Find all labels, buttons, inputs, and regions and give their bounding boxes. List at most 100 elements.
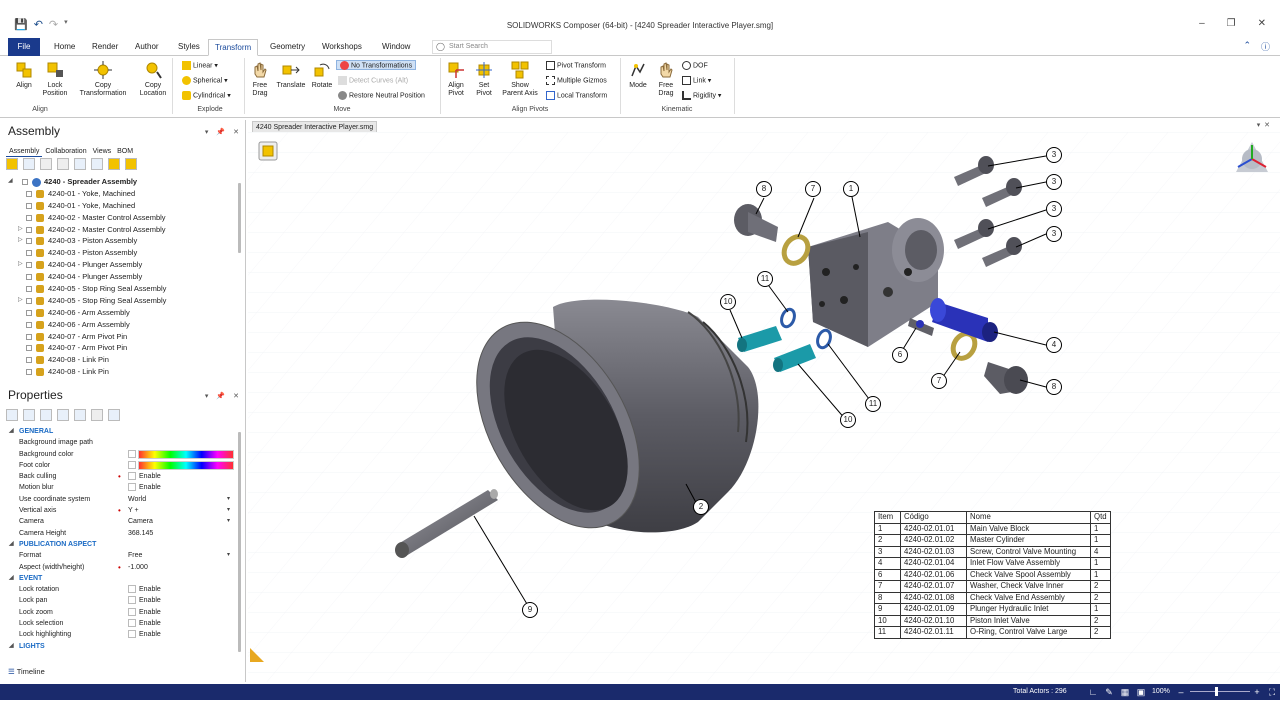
bom-row[interactable]: 1 4240-02.01.01 Main Valve Block 1	[874, 522, 1111, 535]
multiple-gizmos-button[interactable]: Multiple Gizmos	[546, 76, 607, 86]
close-icon[interactable]: ✕	[1264, 122, 1270, 129]
expand-arrow-icon[interactable]: ▷	[18, 224, 26, 236]
visibility-checkbox[interactable]	[26, 286, 32, 293]
color-swatch[interactable]	[128, 460, 136, 469]
bom-row[interactable]: 7 4240-02.01.07 Washer, Check Valve Inner 2	[874, 580, 1111, 593]
collapse-icon[interactable]	[108, 158, 120, 170]
tab-author[interactable]: Author	[129, 39, 165, 56]
bom-row[interactable]: 6 4240-02.01.06 Check Valve Spool Assembly…	[874, 568, 1111, 581]
callout-10[interactable]: 10	[720, 294, 736, 310]
property-row[interactable]: Vertical axis Y + ▾ •	[8, 505, 234, 516]
callout-9[interactable]: 9	[522, 602, 538, 618]
pin-icon[interactable]: 📌	[216, 392, 225, 400]
visibility-checkbox[interactable]	[26, 226, 32, 233]
3d-viewport[interactable]: 1 2 3 3 3 3 4 6 7 7 8 8 9 10 10 11 11 It…	[248, 132, 1280, 682]
align-button[interactable]: Align	[10, 60, 38, 90]
expand-icon[interactable]	[57, 158, 69, 170]
lock-position-button[interactable]: Lock Position	[40, 60, 70, 98]
visibility-checkbox[interactable]	[26, 262, 32, 269]
tab-styles[interactable]: Styles	[172, 39, 206, 56]
close-icon[interactable]: ✕	[233, 392, 239, 400]
bom-row[interactable]: 8 4240-02.01.08 Check Valve End Assembly 2	[874, 591, 1111, 604]
expand-arrow-icon[interactable]: ▷	[18, 295, 26, 307]
visibility-checkbox[interactable]	[26, 321, 32, 328]
callout-8[interactable]: 8	[756, 181, 772, 197]
callout-3[interactable]: 3	[1046, 147, 1062, 163]
callout-6[interactable]: 6	[892, 347, 908, 363]
property-row[interactable]: Background image path	[8, 437, 234, 448]
callout-11[interactable]: 11	[757, 271, 773, 287]
subtab-views[interactable]: Views	[90, 146, 115, 157]
tree-root[interactable]: ◢ 4240 - Spreader Assembly	[8, 176, 236, 188]
bom-row[interactable]: 9 4240-02.01.09 Plunger Hydraulic Inlet 1	[874, 603, 1111, 616]
tree-item[interactable]: 4240-08 - Link Pin	[8, 366, 236, 378]
list-view-icon[interactable]	[91, 158, 103, 170]
translate-button[interactable]: Translate	[274, 60, 308, 90]
minimize-icon[interactable]: –	[1199, 18, 1205, 29]
property-row[interactable]: Camera Camera ▾	[8, 516, 234, 527]
tree-item[interactable]: 4240-02 - Master Control Assembly	[8, 212, 236, 224]
tree-item[interactable]: 4240-05 - Stop Ring Seal Assembly	[8, 283, 236, 295]
tab-home[interactable]: Home	[48, 39, 81, 56]
property-value[interactable]: -1.000	[128, 562, 148, 573]
help-icon[interactable]: ⓘ	[1261, 40, 1270, 53]
enable-checkbox[interactable]	[128, 596, 136, 605]
callout-1[interactable]: 1	[843, 181, 859, 197]
section-lights[interactable]: ◢ LIGHTS	[8, 641, 234, 652]
visibility-checkbox[interactable]	[26, 297, 32, 304]
section-publication[interactable]: ◢ PUBLICATION ASPECT	[8, 539, 234, 550]
timeline-tab[interactable]: ☰ Timeline	[8, 667, 45, 676]
alphabetical-icon[interactable]	[23, 409, 35, 421]
dof-button[interactable]: DOF	[682, 61, 708, 71]
tab-transform[interactable]: Transform	[208, 39, 259, 56]
grid-icon[interactable]	[108, 409, 120, 421]
property-row[interactable]: Foot color	[8, 460, 234, 471]
tree-item[interactable]: 4240-06 - Arm Assembly	[8, 307, 236, 319]
visibility-checkbox[interactable]	[26, 345, 32, 352]
property-row[interactable]: Aspect (width/height) -1.000 •	[8, 562, 234, 573]
copy-transformation-button[interactable]: Copy Transformation	[74, 60, 132, 98]
callout-2[interactable]: 2	[693, 499, 709, 515]
property-row[interactable]: Use coordinate system World ▾	[8, 494, 234, 505]
tab-workshops[interactable]: Workshops	[316, 39, 368, 56]
pencil-icon[interactable]: ✎	[1104, 687, 1114, 697]
reset-icon[interactable]	[40, 409, 52, 421]
restore-neutral-button[interactable]: Restore Neutral Position	[338, 91, 425, 101]
property-row[interactable]: Lock highlighting Enable	[8, 629, 234, 640]
detect-curves-button[interactable]: Detect Curves (Alt)	[338, 76, 408, 86]
restore-icon[interactable]: ❐	[1227, 18, 1236, 29]
tree-item[interactable]: 4240-06 - Arm Assembly	[8, 319, 236, 331]
enable-checkbox[interactable]	[128, 472, 136, 481]
expand-arrow-icon[interactable]: ▷	[18, 235, 26, 247]
color-gradient[interactable]	[138, 449, 234, 459]
enable-checkbox[interactable]	[128, 630, 136, 639]
visibility-checkbox[interactable]	[26, 369, 32, 376]
align-pivot-button[interactable]: Align Pivot	[444, 60, 468, 98]
rigidity-button[interactable]: Rigidity ▾	[682, 91, 721, 101]
select-icon[interactable]	[6, 158, 18, 170]
visibility-checkbox[interactable]	[26, 214, 32, 221]
property-row[interactable]: Background color	[8, 449, 234, 460]
property-row[interactable]: Camera Height 368.145	[8, 528, 234, 539]
filter-icon[interactable]	[23, 158, 35, 170]
link-button[interactable]: Link ▾	[682, 76, 711, 86]
property-row[interactable]: Format Free ▾	[8, 550, 234, 561]
no-transformations-button[interactable]: No Transformations	[336, 60, 417, 70]
callout-4[interactable]: 4	[1046, 337, 1062, 353]
callout-11[interactable]: 11	[865, 396, 881, 412]
fullscreen-icon[interactable]: ⛶	[1267, 687, 1277, 697]
color-swatch[interactable]	[128, 449, 136, 458]
bom-row[interactable]: 3 4240-02.01.03 Screw, Control Valve Mount…	[874, 545, 1111, 558]
copy-location-button[interactable]: Copy Location	[134, 60, 172, 98]
callout-3[interactable]: 3	[1046, 226, 1062, 242]
dropdown-arrow-icon[interactable]: ▾	[227, 505, 230, 516]
zoom-out-icon[interactable]: –	[1176, 687, 1186, 697]
bom-table[interactable]: Item Código Nome Qtd 1 4240-02.01.01 Main …	[874, 511, 1111, 639]
property-value[interactable]: Y +	[128, 505, 139, 516]
dropdown-icon[interactable]: ▾	[1257, 122, 1261, 129]
enable-checkbox[interactable]	[128, 619, 136, 628]
camera-icon[interactable]	[74, 409, 86, 421]
tab-render[interactable]: Render	[86, 39, 124, 56]
visibility-checkbox[interactable]	[26, 333, 32, 340]
subtab-assembly[interactable]: Assembly	[6, 146, 43, 157]
